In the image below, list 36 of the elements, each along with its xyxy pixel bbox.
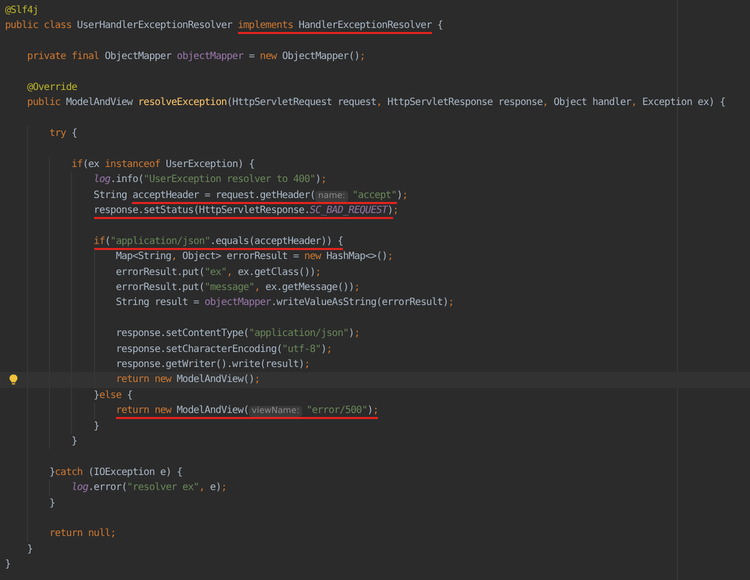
code-text: try { [49,128,78,142]
code-text: private final ObjectMapper objectMapper = new ObjectMapper(); [27,51,366,64]
lightbulb-icon[interactable] [9,374,18,386]
code-text: }else { [94,390,132,403]
underlined-code: return new ModelAndView( viewName: "error/500"); [116,405,378,420]
code-text: } [94,420,100,434]
code-text: log.info("UserException resolver to 400"); [94,174,326,188]
code-text: errorResult.put("ex", ex.getClass()); [116,266,321,280]
underlined-code: acceptHeader = request.getHeader( name: "accept" [132,190,397,204]
underlined-code: response.setStatus(HttpServletResponse.SC_BAD_REQUEST) [94,205,393,220]
code-editor[interactable] [0,0,750,580]
underlined-code: if("application/json".equals(acceptHeader)) { [94,236,344,250]
code-text: ; [392,205,398,218]
code-text: errorResult.put("message", ex.getMessage()); [116,282,360,296]
code-text: if(ex instanceof UserException) { [72,158,254,172]
code-text: return new ModelAndView(); [116,374,260,388]
code-text: String result = objectMapper.writeValueAsString(errorResult); [116,297,454,310]
code-text: } [5,559,11,572]
code-text: } [72,436,78,449]
code-text: { [437,20,443,34]
underlined-code: implements HandlerExceptionResolver [238,20,432,34]
code-text: String [94,190,128,203]
code-text: }catch (IOException e) { [49,466,182,480]
code-text: public ModelAndView resolveException(HttpServletRequest request, HttpServletResponse response, Object handler, Exception ex) { [27,97,726,110]
code-text: } [27,544,33,557]
code-text: response.getWriter().write(result); [116,358,310,372]
code-text: @Override [27,82,78,95]
code-text: Map<String, Object> errorResult = new HashMap<>(); [116,251,393,264]
code-text: @Slf4j [5,5,38,18]
code-text: response.setCharacterEncoding("utf-8"); [116,344,332,357]
code-text: ); [396,190,408,203]
code-text: } [49,498,55,510]
code-text: public class UserHandlerExceptionResolver [5,20,234,34]
code-text: return null; [49,528,116,542]
code-text: log.error("resolver ex", e); [72,482,227,496]
code-text: response.setContentType("application/json"); [116,328,360,342]
